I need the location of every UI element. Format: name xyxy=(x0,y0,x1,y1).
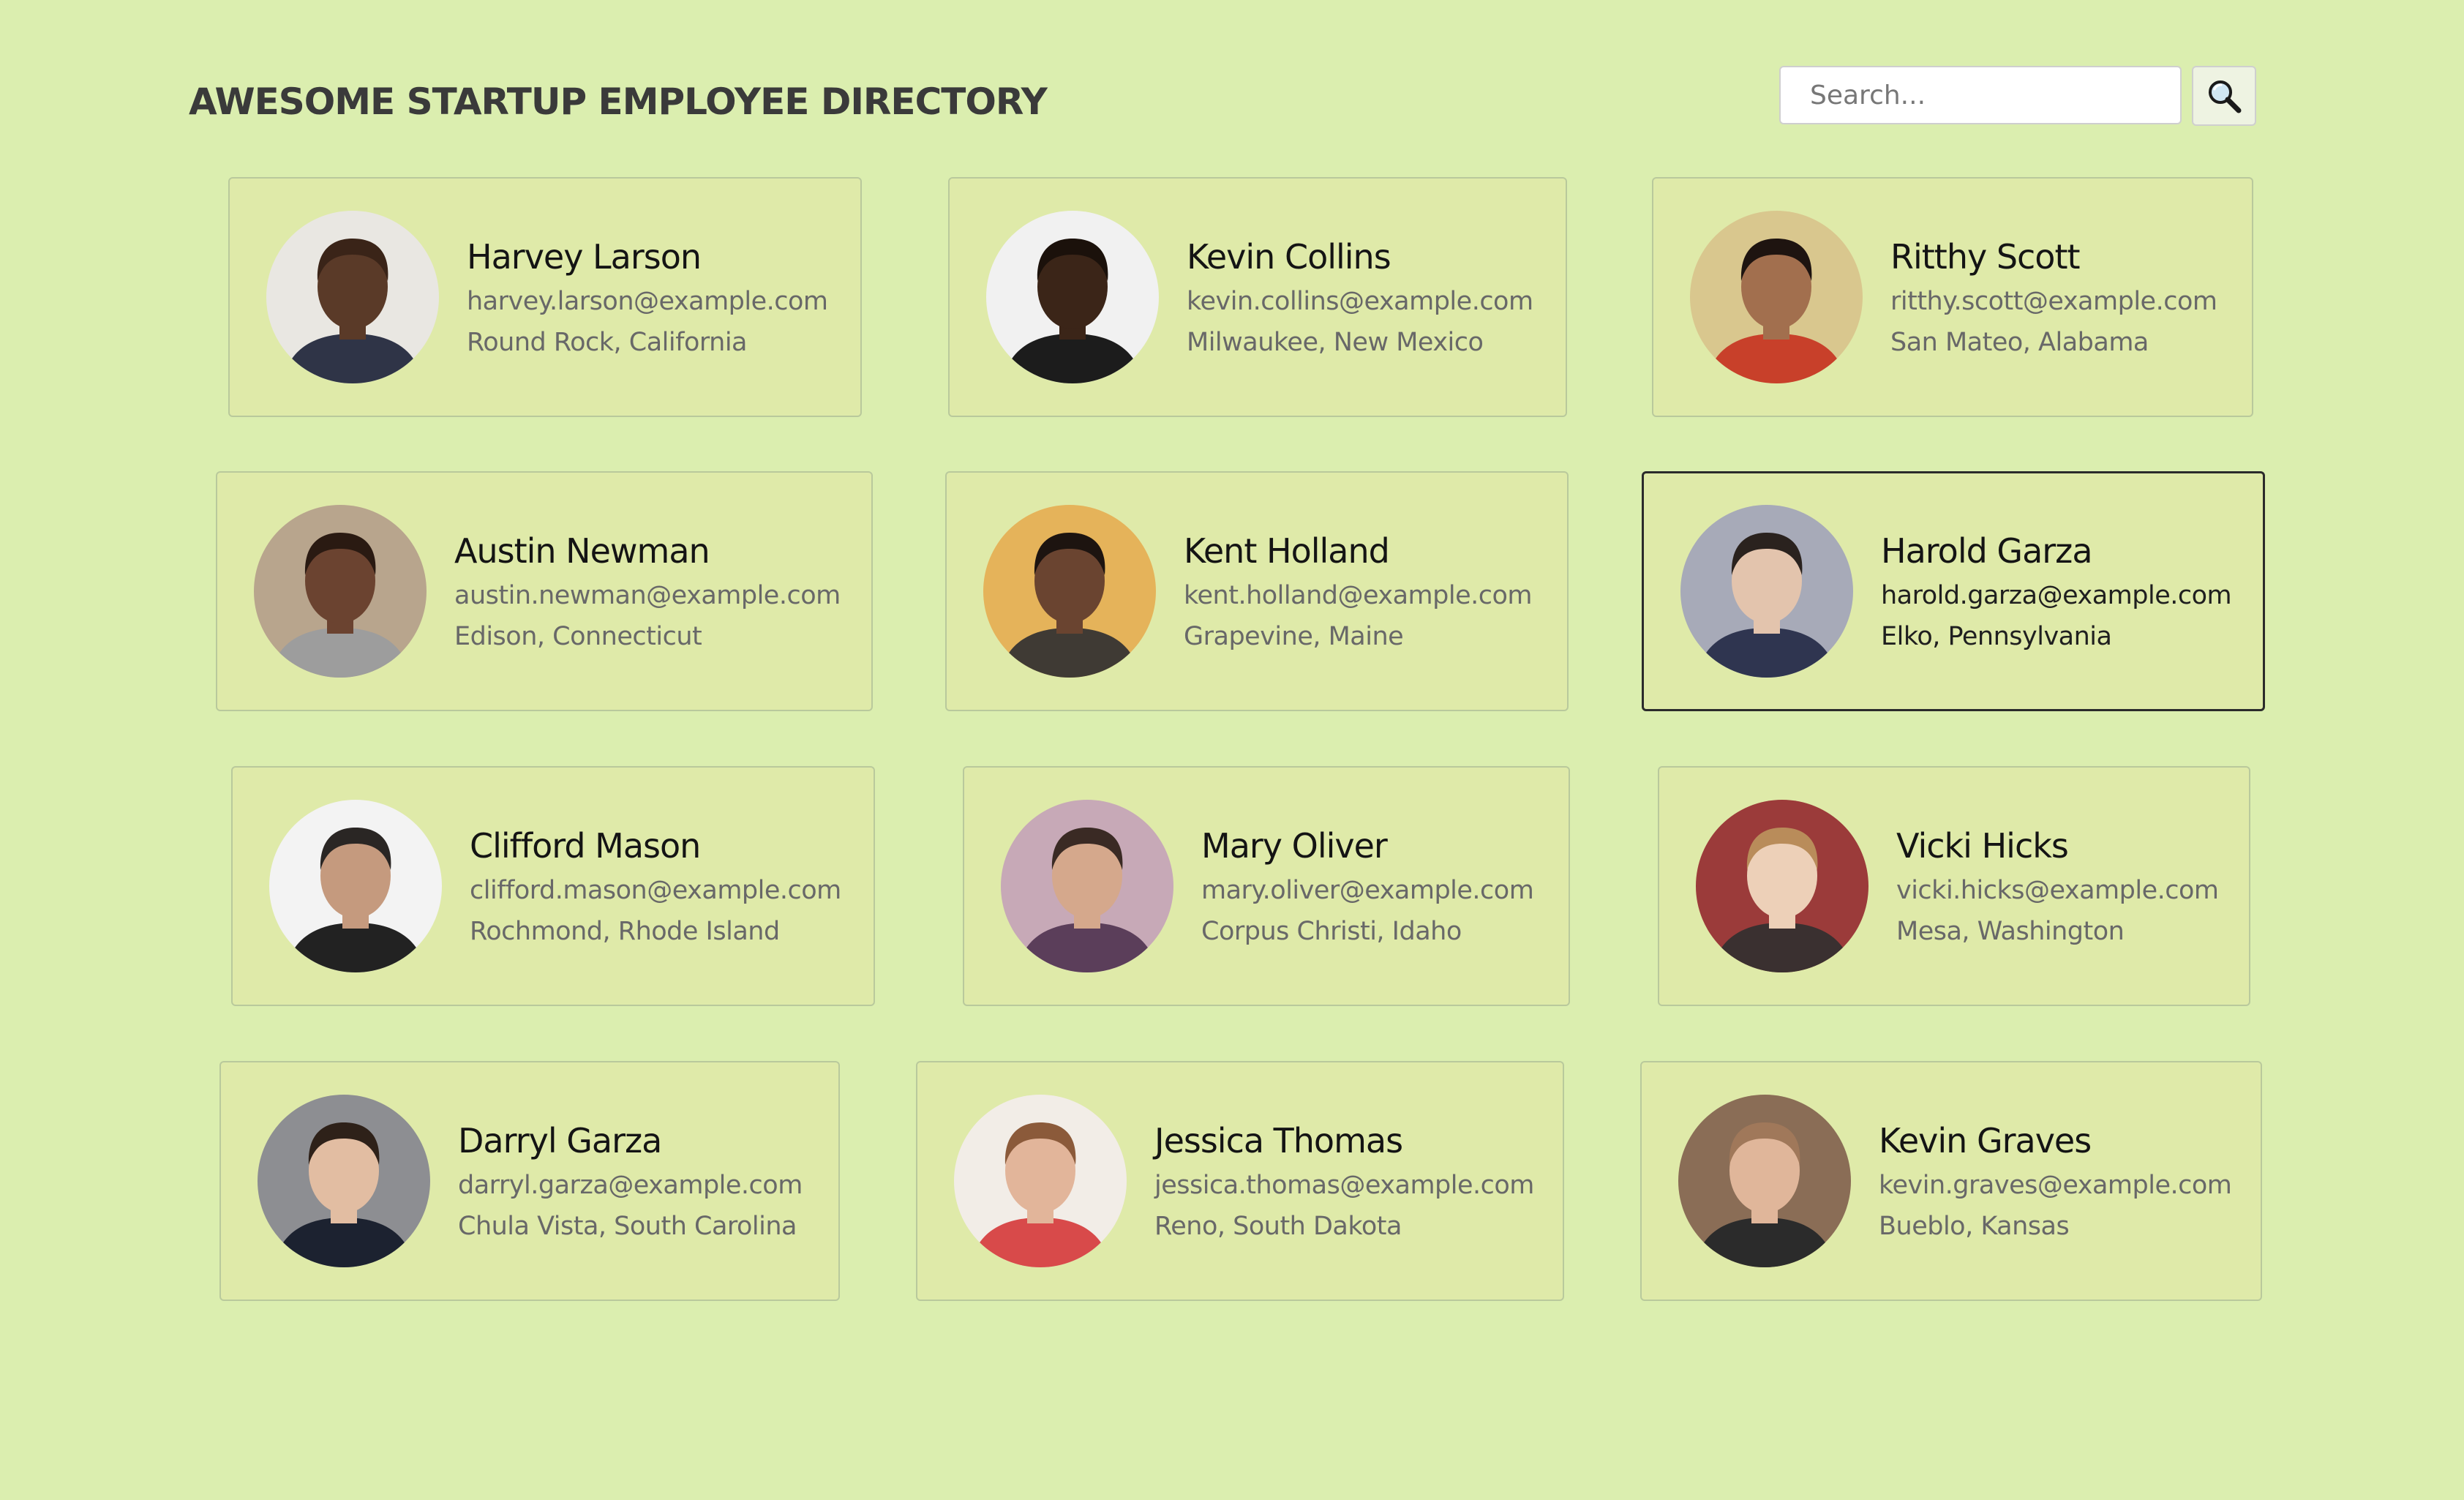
employee-email: kevin.collins@example.com xyxy=(1187,287,1533,316)
employee-card[interactable]: Jessica Thomas jessica.thomas@example.co… xyxy=(916,1061,1564,1301)
employee-info: Darryl Garza darryl.garza@example.com Ch… xyxy=(458,1121,803,1241)
employee-name: Vicki Hicks xyxy=(1896,826,2069,866)
employee-name: Kevin Collins xyxy=(1187,237,1391,277)
employee-info: Harold Garza harold.garza@example.com El… xyxy=(1881,531,2232,651)
employee-card[interactable]: Clifford Mason clifford.mason@example.co… xyxy=(231,766,875,1006)
employee-avatar xyxy=(983,505,1156,678)
employee-location: Elko, Pennsylvania xyxy=(1881,622,2112,651)
employee-info: Ritthy Scott ritthy.scott@example.com Sa… xyxy=(1890,237,2217,357)
employee-location: Bueblo, Kansas xyxy=(1879,1212,2070,1241)
employee-avatar xyxy=(1690,211,1863,383)
employee-email: harold.garza@example.com xyxy=(1881,581,2232,610)
employee-email: clifford.mason@example.com xyxy=(470,876,841,905)
employee-avatar xyxy=(266,211,439,383)
employee-info: Harvey Larson harvey.larson@example.com … xyxy=(467,237,828,357)
employee-email: mary.oliver@example.com xyxy=(1201,876,1534,905)
employee-info: Kevin Collins kevin.collins@example.com … xyxy=(1187,237,1533,357)
employee-location: Corpus Christi, Idaho xyxy=(1201,917,1462,946)
employee-card[interactable]: Mary Oliver mary.oliver@example.com Corp… xyxy=(963,766,1570,1006)
employee-name: Harold Garza xyxy=(1881,531,2093,571)
employee-card[interactable]: Ritthy Scott ritthy.scott@example.com Sa… xyxy=(1652,177,2253,417)
employee-location: Milwaukee, New Mexico xyxy=(1187,328,1484,357)
employee-location: Reno, South Dakota xyxy=(1154,1212,1402,1241)
employee-email: kevin.graves@example.com xyxy=(1879,1171,2232,1200)
employee-email: ritthy.scott@example.com xyxy=(1890,287,2217,316)
employee-avatar xyxy=(1696,800,1868,972)
employee-email: kent.holland@example.com xyxy=(1184,581,1533,610)
employee-location: Chula Vista, South Carolina xyxy=(458,1212,797,1241)
employee-card[interactable]: Darryl Garza darryl.garza@example.com Ch… xyxy=(219,1061,840,1301)
employee-email: jessica.thomas@example.com xyxy=(1154,1171,1534,1200)
employee-location: Edison, Connecticut xyxy=(454,622,702,651)
employee-info: Clifford Mason clifford.mason@example.co… xyxy=(470,826,841,946)
employee-directory-page: AWESOME STARTUP EMPLOYEE DIRECTORY Harve… xyxy=(0,0,2464,1500)
employee-avatar xyxy=(258,1095,430,1267)
employee-card[interactable]: Kevin Graves kevin.graves@example.com Bu… xyxy=(1640,1061,2262,1301)
employee-info: Mary Oliver mary.oliver@example.com Corp… xyxy=(1201,826,1534,946)
employee-avatar xyxy=(269,800,442,972)
employee-location: Round Rock, California xyxy=(467,328,747,357)
employee-name: Ritthy Scott xyxy=(1890,237,2081,277)
search-input[interactable] xyxy=(1779,66,2182,124)
employee-location: Grapevine, Maine xyxy=(1184,622,1404,651)
employee-card[interactable]: Harvey Larson harvey.larson@example.com … xyxy=(228,177,862,417)
employee-avatar xyxy=(1678,1095,1851,1267)
employee-name: Darryl Garza xyxy=(458,1121,662,1160)
employee-email: vicki.hicks@example.com xyxy=(1896,876,2219,905)
employee-location: Mesa, Washington xyxy=(1896,917,2125,946)
employee-avatar xyxy=(986,211,1159,383)
employee-name: Mary Oliver xyxy=(1201,826,1388,866)
employee-name: Clifford Mason xyxy=(470,826,701,866)
employee-name: Austin Newman xyxy=(454,531,710,571)
employee-avatar xyxy=(1001,800,1173,972)
employee-card[interactable]: Kent Holland kent.holland@example.com Gr… xyxy=(945,471,1569,711)
employee-avatar xyxy=(954,1095,1127,1267)
employee-email: darryl.garza@example.com xyxy=(458,1171,803,1200)
employee-avatar xyxy=(254,505,427,678)
employee-name: Harvey Larson xyxy=(467,237,702,277)
employee-email: austin.newman@example.com xyxy=(454,581,841,610)
employee-card[interactable]: Austin Newman austin.newman@example.com … xyxy=(216,471,873,711)
employee-name: Kevin Graves xyxy=(1879,1121,2092,1160)
employee-location: San Mateo, Alabama xyxy=(1890,328,2149,357)
employee-card[interactable]: Vicki Hicks vicki.hicks@example.com Mesa… xyxy=(1658,766,2250,1006)
employee-info: Kevin Graves kevin.graves@example.com Bu… xyxy=(1879,1121,2232,1241)
magnifier-icon xyxy=(2209,80,2242,113)
employee-name: Jessica Thomas xyxy=(1154,1121,1403,1160)
search-button[interactable] xyxy=(2192,66,2256,126)
employee-info: Jessica Thomas jessica.thomas@example.co… xyxy=(1154,1121,1534,1241)
page-title: AWESOME STARTUP EMPLOYEE DIRECTORY xyxy=(189,80,1048,123)
employee-info: Austin Newman austin.newman@example.com … xyxy=(454,531,841,651)
employee-info: Kent Holland kent.holland@example.com Gr… xyxy=(1184,531,1533,651)
employee-card[interactable]: Kevin Collins kevin.collins@example.com … xyxy=(948,177,1567,417)
employee-card[interactable]: Harold Garza harold.garza@example.com El… xyxy=(1642,471,2265,711)
employee-email: harvey.larson@example.com xyxy=(467,287,828,316)
employee-location: Rochmond, Rhode Island xyxy=(470,917,780,946)
employee-avatar xyxy=(1680,505,1853,678)
employee-info: Vicki Hicks vicki.hicks@example.com Mesa… xyxy=(1896,826,2219,946)
employee-name: Kent Holland xyxy=(1184,531,1390,571)
